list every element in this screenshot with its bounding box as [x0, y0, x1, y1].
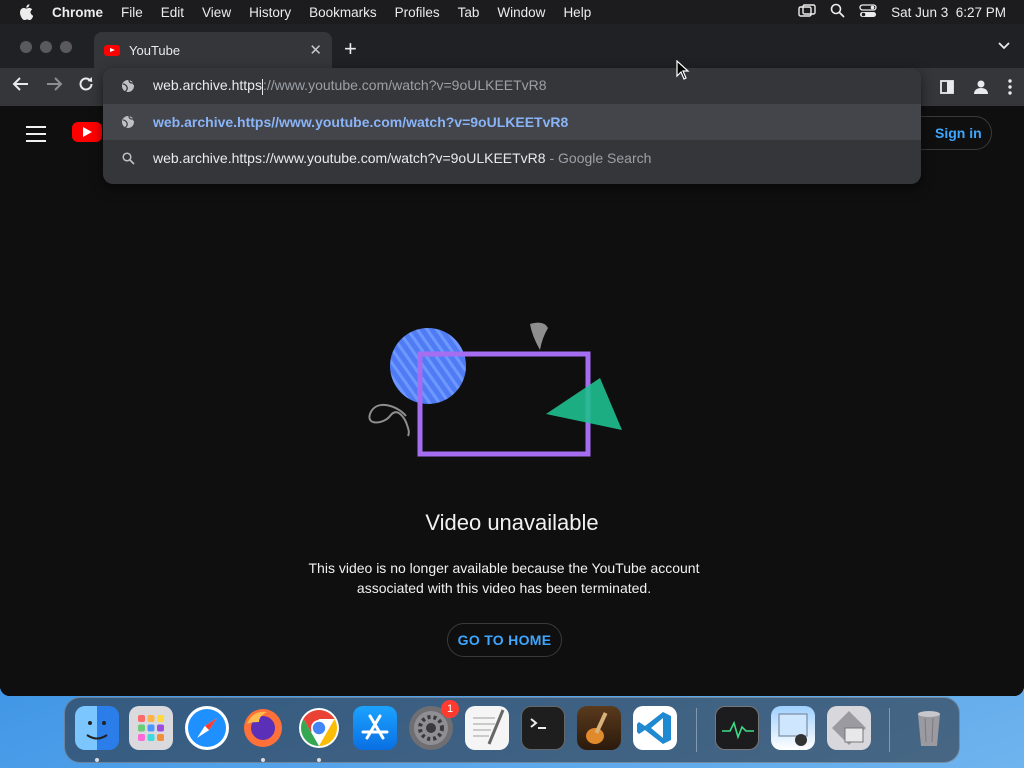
firefox-icon[interactable] — [241, 706, 285, 750]
screen-mirroring-icon[interactable] — [798, 3, 816, 21]
omnibox-dropdown: web.archive.https://www.youtube.com/watc… — [103, 68, 921, 184]
system-settings-icon[interactable]: 1 — [409, 700, 459, 750]
menu-view[interactable]: View — [193, 5, 240, 20]
menu-bar-clock[interactable]: Sat Jun 3 6:27 PM — [891, 5, 1006, 20]
youtube-page: Sign in Video unavailable This video is … — [0, 106, 1024, 696]
safari-icon[interactable] — [185, 706, 229, 750]
suggestion-google-search[interactable]: web.archive.https://www.youtube.com/watc… — [103, 140, 921, 176]
menu-window[interactable]: Window — [488, 5, 554, 20]
menu-app-name[interactable]: Chrome — [52, 5, 112, 20]
side-panel-icon[interactable] — [940, 80, 954, 99]
suggestion-url[interactable]: web.archive.https//www.youtube.com/watch… — [103, 104, 921, 140]
more-menu-icon[interactable] — [1008, 79, 1012, 100]
terminal-icon[interactable] — [521, 706, 565, 750]
menu-file[interactable]: File — [112, 5, 152, 20]
firefox-running-dot — [261, 758, 265, 762]
search-query-text: web.archive.https://www.youtube.com/watc… — [153, 150, 546, 166]
finder-icon[interactable] — [75, 706, 119, 750]
youtube-logo-icon[interactable] — [72, 122, 102, 142]
minimize-window-button[interactable] — [40, 41, 52, 53]
youtube-favicon-icon — [104, 44, 120, 56]
video-unavailable-illustration — [368, 322, 622, 457]
finder-running-dot — [95, 758, 99, 762]
hamburger-menu-icon[interactable] — [26, 126, 46, 147]
launchpad-icon[interactable] — [129, 706, 173, 750]
profile-icon[interactable] — [972, 78, 990, 101]
chrome-running-dot — [317, 758, 321, 762]
close-window-button[interactable] — [20, 41, 32, 53]
go-to-home-label: GO TO HOME — [457, 632, 552, 648]
new-tab-button[interactable]: + — [344, 36, 357, 62]
suggestion-url-text: web.archive.https//www.youtube.com/watch… — [153, 114, 569, 130]
tab-search-chevron-icon[interactable] — [998, 38, 1010, 53]
menu-edit[interactable]: Edit — [152, 5, 193, 20]
error-line-1: This video is no longer available becaus… — [308, 560, 700, 576]
textedit-icon[interactable] — [465, 706, 509, 750]
settings-notification-badge: 1 — [441, 700, 459, 718]
tab-youtube[interactable]: YouTube ✕ — [94, 32, 332, 68]
menu-tab[interactable]: Tab — [449, 5, 489, 20]
mouse-cursor-icon — [676, 59, 690, 85]
window-controls — [20, 41, 72, 53]
menu-history[interactable]: History — [240, 5, 300, 20]
chrome-icon[interactable] — [297, 706, 341, 750]
address-bar-input[interactable]: web.archive.https://www.youtube.com/watc… — [103, 68, 921, 104]
utility-icon[interactable] — [827, 706, 871, 750]
vscode-icon[interactable] — [633, 706, 677, 750]
preview-icon[interactable] — [771, 706, 815, 750]
dock-separator — [889, 708, 890, 752]
menu-help[interactable]: Help — [554, 5, 600, 20]
go-to-home-button[interactable]: GO TO HOME — [447, 623, 562, 657]
tab-strip: YouTube ✕ + — [0, 24, 1024, 68]
error-title: Video unavailable — [425, 510, 599, 535]
trash-icon[interactable] — [907, 706, 951, 750]
macos-menu-bar: Chrome File Edit View History Bookmarks … — [0, 0, 1024, 24]
close-tab-icon[interactable]: ✕ — [309, 41, 322, 59]
globe-icon — [103, 79, 153, 93]
app-store-icon[interactable] — [353, 706, 397, 750]
forward-arrow-icon[interactable] — [45, 76, 63, 97]
address-typed-text: web.archive.https://www.youtube.com/watc… — [153, 77, 547, 95]
back-arrow-icon[interactable] — [12, 76, 30, 97]
zoom-window-button[interactable] — [60, 41, 72, 53]
dock-separator — [696, 708, 697, 752]
error-description: This video is no longer available becaus… — [292, 558, 716, 598]
search-icon — [103, 151, 153, 165]
garageband-icon[interactable] — [577, 706, 621, 750]
chrome-window: YouTube ✕ + web.archive.https://www.yout… — [0, 24, 1024, 696]
macos-dock: 1 — [64, 697, 960, 763]
globe-icon — [103, 115, 153, 129]
tab-title: YouTube — [129, 42, 181, 58]
menu-bookmarks[interactable]: Bookmarks — [300, 5, 386, 20]
reload-icon[interactable] — [78, 76, 94, 97]
spotlight-search-icon[interactable] — [830, 3, 845, 21]
search-suffix-text: - Google Search — [545, 150, 652, 166]
sign-in-label: Sign in — [935, 125, 982, 141]
toolbar-right-icons — [940, 78, 1012, 101]
apple-menu-icon[interactable] — [0, 4, 52, 20]
menu-profiles[interactable]: Profiles — [386, 5, 449, 20]
control-center-icon[interactable] — [859, 3, 877, 21]
error-line-2: associated with this video has been term… — [356, 580, 652, 596]
activity-monitor-icon[interactable] — [715, 706, 759, 750]
